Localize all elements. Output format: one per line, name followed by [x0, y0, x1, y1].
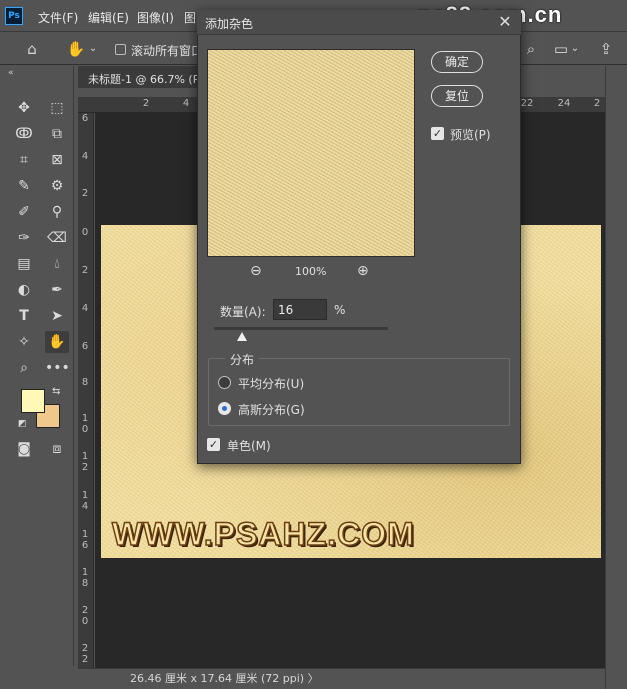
right-panel-strip [605, 66, 627, 689]
amount-slider-track[interactable] [214, 327, 388, 330]
stamp-tool-icon[interactable]: ⚲ [45, 201, 69, 223]
share-icon[interactable]: ⇪ [594, 38, 618, 60]
path-select-icon[interactable]: ➤ [45, 305, 69, 327]
eraser-tool-icon[interactable]: ⌫ [45, 227, 69, 249]
ok-button[interactable]: 确定 [431, 51, 483, 73]
blur-tool-icon[interactable]: 💧︎ [45, 253, 69, 275]
lasso-tool-icon[interactable]: ↂ [12, 123, 36, 145]
zoom-in-icon[interactable]: ⊕ [357, 263, 369, 279]
status-arrow-icon[interactable]: 〉 [308, 672, 319, 685]
gradient-tool-icon[interactable]: ▤ [12, 253, 36, 275]
type-tool-icon[interactable]: T [12, 305, 36, 327]
ruler-left-label: 1 0 [81, 413, 89, 435]
quick-mask-icon[interactable]: ◙ [12, 438, 36, 460]
noise-preview[interactable] [207, 49, 415, 257]
ruler-top-label: 2 [593, 98, 601, 109]
preview-checkbox[interactable]: ✓ [431, 127, 444, 140]
document-tab-title: 未标题-1 @ 66.7% (R [88, 73, 201, 86]
marquee-tool-icon[interactable]: ⬚ [45, 97, 69, 119]
object-select-icon[interactable]: ⧉ [45, 123, 69, 145]
ruler-top-label: 22 [520, 98, 534, 109]
default-colors-icon[interactable]: ◩ [18, 419, 27, 429]
dodge-tool-icon[interactable]: ◐ [12, 279, 36, 301]
gaussian-radio[interactable] [218, 402, 231, 415]
screen-mode-icon[interactable]: ⧈ [45, 438, 69, 460]
ruler-left-label: 1 6 [81, 529, 89, 551]
zoom-out-icon[interactable]: ⊖ [250, 263, 262, 279]
ruler-left-label: 2 [81, 188, 89, 199]
status-text: 26.46 厘米 x 17.64 厘米 (72 ppi) [130, 672, 305, 685]
scroll-all-checkbox[interactable] [115, 44, 126, 55]
hand-tool-icon[interactable]: ✋ [64, 38, 88, 60]
foreground-color-swatch[interactable] [21, 389, 45, 413]
uniform-label: 平均分布(U) [238, 377, 305, 391]
ruler-left-label: 2 [81, 265, 89, 276]
menu-edit[interactable]: 编辑(E) [88, 9, 129, 26]
menu-image[interactable]: 图像(I) [137, 9, 174, 26]
ruler-left-label: 6 [81, 113, 89, 124]
ruler-left-label: 1 4 [81, 490, 89, 512]
ruler-top-label: 4 [182, 98, 190, 109]
close-icon[interactable]: ✕ [496, 13, 514, 31]
amount-input[interactable] [273, 299, 327, 320]
workspace-chevron-icon[interactable]: ⌄ [569, 38, 581, 60]
crop-tool-icon[interactable]: ⌗ [12, 149, 36, 171]
pen-tool-icon[interactable]: ✒ [45, 279, 69, 301]
collapse-icon[interactable]: « [8, 68, 14, 78]
home-icon[interactable]: ⌂ [20, 38, 44, 60]
photoshop-logo: Ps [5, 7, 23, 25]
patch-tool-icon[interactable]: ⚙ [45, 175, 69, 197]
swap-colors-icon[interactable]: ⇆ [52, 386, 60, 397]
amount-slider-thumb[interactable] [236, 332, 247, 341]
scroll-all-label: 滚动所有窗口 [131, 44, 204, 58]
ruler-top-label: 2 [142, 98, 150, 109]
brush-tool-icon[interactable]: ✐ [12, 201, 36, 223]
ruler-top-label: 24 [557, 98, 571, 109]
distribution-label: 分布 [225, 351, 260, 368]
reset-button[interactable]: 复位 [431, 85, 483, 107]
document-size-status[interactable]: 26.46 厘米 x 17.64 厘米 (72 ppi) 〉 [130, 670, 319, 686]
frame-tool-icon[interactable]: ⊠ [45, 149, 69, 171]
ruler-left-label: 4 [81, 151, 89, 162]
hand-tool-active-icon[interactable]: ✋ [45, 331, 69, 353]
zoom-tool-icon[interactable]: ⌕ [12, 357, 36, 379]
search-icon[interactable]: ⌕ [519, 38, 543, 60]
move-tool-icon[interactable]: ✥ [12, 97, 36, 119]
ruler-left-label: 4 [81, 303, 89, 314]
history-brush-icon[interactable]: ✑ [12, 227, 36, 249]
amount-unit: % [334, 303, 346, 317]
shape-tool-icon[interactable]: ✧ [12, 331, 36, 353]
dialog-title: 添加杂色 [205, 17, 254, 31]
canvas-watermark-text: WWW.PSAHZ.COM [111, 515, 415, 553]
ruler-left-label: 2 2 [81, 643, 89, 665]
ruler-left-label: 2 0 [81, 605, 89, 627]
ruler-left-label: 0 [81, 227, 89, 238]
ruler-left-label: 1 8 [81, 567, 89, 589]
ruler-left-label: 1 2 [81, 451, 89, 473]
preview-label: 预览(P) [450, 128, 491, 142]
monochromatic-checkbox[interactable]: ✓ [207, 438, 220, 451]
menu-file[interactable]: 文件(F) [38, 9, 78, 26]
ruler-left-label: 8 [81, 377, 89, 388]
monochromatic-label: 单色(M) [227, 439, 271, 453]
ruler-left-label: 6 [81, 341, 89, 352]
more-tools-icon[interactable]: ••• [45, 357, 70, 379]
menu-layer[interactable]: 图 [184, 9, 196, 26]
uniform-radio[interactable] [218, 376, 231, 389]
eyedropper-icon[interactable]: ✎ [12, 175, 36, 197]
gaussian-label: 高斯分布(G) [238, 403, 305, 417]
zoom-level: 100% [295, 265, 327, 278]
amount-label: 数量(A): [220, 305, 266, 319]
chevron-down-icon[interactable]: ⌄ [86, 38, 100, 60]
